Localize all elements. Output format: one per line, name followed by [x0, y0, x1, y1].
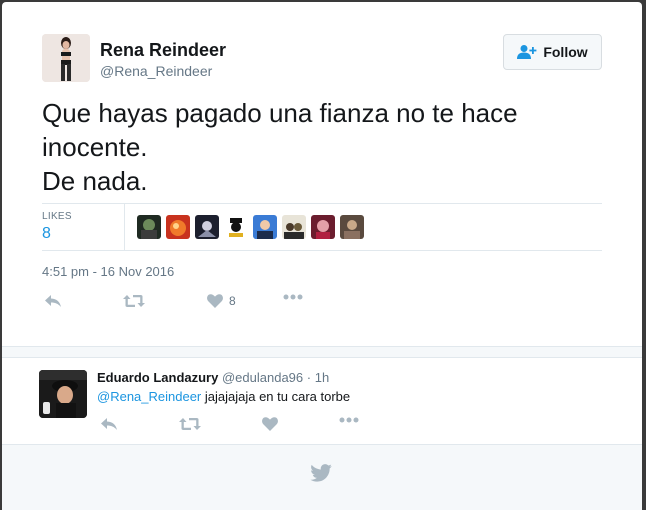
- reply-body: jajajajaja en tu cara torbe: [201, 389, 351, 404]
- like-count: 8: [229, 294, 236, 308]
- embed-footer: [2, 444, 642, 510]
- reply-reply-button[interactable]: [100, 417, 118, 431]
- liker-avatar[interactable]: [253, 215, 277, 239]
- reply-header: Eduardo Landazury @edulanda96 · 1h: [97, 370, 329, 385]
- more-icon: [339, 417, 359, 423]
- heart-icon: [262, 417, 278, 431]
- liker-avatar[interactable]: [311, 215, 335, 239]
- tweet-text-line: inocente.: [42, 132, 148, 162]
- reply-author-name[interactable]: Eduardo Landazury: [97, 370, 218, 385]
- reply-text: @Rena_Reindeer jajajajaja en tu cara tor…: [97, 389, 350, 404]
- tweet-text-line: Que hayas pagado una fianza no te hace: [42, 98, 518, 128]
- tweet-text: Que hayas pagado una fianza no te hace i…: [42, 96, 602, 198]
- reply-dot-separator: ·: [306, 370, 312, 385]
- tweet-actions: 8: [42, 294, 342, 314]
- retweet-icon: [123, 295, 145, 307]
- reply-author-avatar[interactable]: [39, 370, 87, 418]
- liker-avatar[interactable]: [137, 215, 161, 239]
- liker-avatar[interactable]: [340, 215, 364, 239]
- reply-like-button[interactable]: [262, 417, 278, 431]
- follow-person-icon: [517, 45, 537, 59]
- reply-actions: [97, 417, 397, 437]
- reply-time[interactable]: 1h: [315, 370, 329, 385]
- liker-avatar[interactable]: [195, 215, 219, 239]
- more-button[interactable]: [283, 294, 303, 300]
- author-avatar[interactable]: [42, 34, 90, 82]
- reply-more-button[interactable]: [339, 417, 359, 423]
- follow-button[interactable]: Follow: [503, 34, 602, 70]
- reply-icon: [45, 295, 61, 307]
- like-button[interactable]: 8: [207, 294, 236, 308]
- stats-divider: [124, 204, 125, 250]
- likes-label: LIKES: [42, 211, 72, 222]
- heart-icon: [207, 294, 223, 308]
- liker-avatar[interactable]: [282, 215, 306, 239]
- tweet-timestamp[interactable]: 4:51 pm - 16 Nov 2016: [42, 264, 174, 279]
- reply-retweet-button[interactable]: [179, 417, 201, 431]
- more-icon: [283, 294, 303, 300]
- reply-icon: [101, 418, 117, 430]
- follow-button-label: Follow: [543, 44, 588, 60]
- twitter-bird-icon[interactable]: [310, 464, 332, 482]
- likes-count[interactable]: 8: [42, 225, 51, 243]
- likers-list: [137, 215, 364, 239]
- author-handle[interactable]: @Rena_Reindeer: [100, 63, 212, 79]
- retweet-button[interactable]: [123, 294, 145, 308]
- tweet-text-line: De nada.: [42, 166, 148, 196]
- reply-button[interactable]: [44, 294, 62, 308]
- reply-author-handle[interactable]: @edulanda96: [222, 370, 303, 385]
- reply-mention-link[interactable]: @Rena_Reindeer: [97, 389, 201, 404]
- author-name[interactable]: Rena Reindeer: [100, 40, 226, 61]
- section-separator: [2, 346, 642, 358]
- retweet-icon: [179, 418, 201, 430]
- tweet-embed-panel: Rena Reindeer @Rena_Reindeer Follow Que …: [2, 2, 642, 510]
- tweet-stats: LIKES 8: [42, 203, 602, 251]
- liker-avatar[interactable]: [224, 215, 248, 239]
- liker-avatar[interactable]: [166, 215, 190, 239]
